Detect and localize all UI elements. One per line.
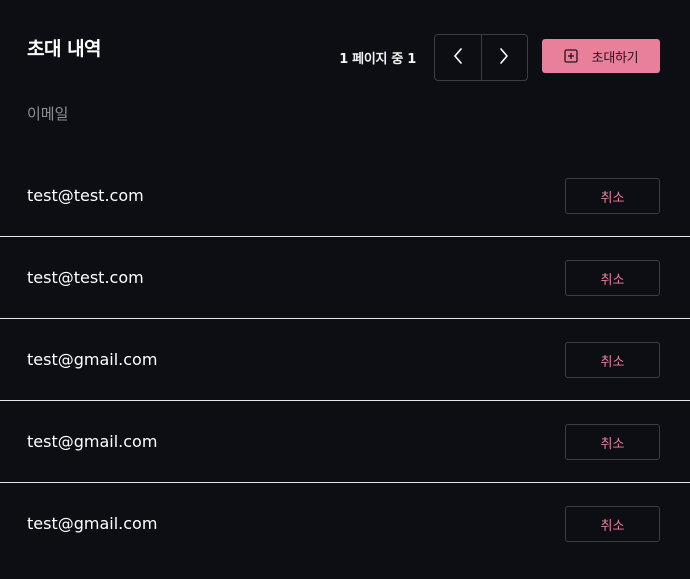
invite-button[interactable]: 초대하기 <box>542 39 660 73</box>
cancel-invite-button[interactable]: 취소 <box>565 342 660 378</box>
list-item: test@gmail.com 취소 <box>0 483 690 564</box>
invite-list: test@test.com 취소 test@test.com 취소 test@g… <box>0 155 690 564</box>
plus-square-icon <box>564 49 578 63</box>
list-item: test@test.com 취소 <box>0 237 690 319</box>
invite-email: test@gmail.com <box>27 514 158 533</box>
list-item: test@gmail.com 취소 <box>0 319 690 401</box>
invite-button-label: 초대하기 <box>591 50 639 66</box>
email-column-header: 이메일 <box>27 105 69 123</box>
prev-page-button[interactable] <box>435 35 481 80</box>
cancel-invite-button[interactable]: 취소 <box>565 424 660 460</box>
list-item: test@test.com 취소 <box>0 155 690 237</box>
list-item: test@gmail.com 취소 <box>0 401 690 483</box>
cancel-invite-button[interactable]: 취소 <box>565 178 660 214</box>
invite-email: test@gmail.com <box>27 432 158 451</box>
invite-email: test@test.com <box>27 268 144 287</box>
cancel-invite-button[interactable]: 취소 <box>565 506 660 542</box>
pagination-status: 1 페이지 중 1 <box>339 52 416 67</box>
cancel-invite-button[interactable]: 취소 <box>565 260 660 296</box>
page-title: 초대 내역 <box>27 38 102 60</box>
next-page-button[interactable] <box>480 35 528 80</box>
chevron-left-icon <box>453 47 463 68</box>
chevron-right-icon <box>499 47 509 68</box>
invite-email: test@test.com <box>27 186 144 205</box>
invite-history-page: 초대 내역 1 페이지 중 1 초대하기 이메일 test@test.com 취… <box>0 0 690 579</box>
pagination-controls <box>434 34 528 81</box>
invite-email: test@gmail.com <box>27 350 158 369</box>
